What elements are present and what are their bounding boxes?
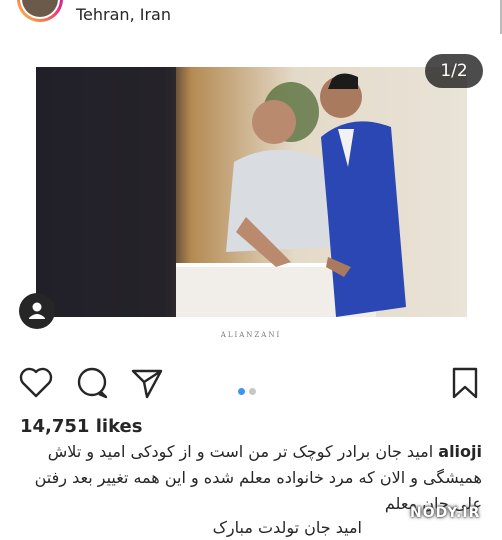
profile-avatar[interactable] bbox=[17, 0, 63, 22]
caption-text: امید جان برادر کوچک تر من است و از کودکی… bbox=[47, 442, 434, 461]
photo-watermark: ALIANZANI bbox=[220, 331, 282, 339]
post-photo[interactable] bbox=[36, 67, 467, 317]
site-watermark: NODY.IR bbox=[410, 505, 481, 521]
carousel-indicator bbox=[238, 380, 260, 399]
post-location[interactable]: Tehran, Iran bbox=[76, 5, 171, 24]
action-bar bbox=[0, 366, 502, 402]
avatar-border bbox=[20, 0, 60, 19]
bookmark-icon[interactable] bbox=[449, 366, 481, 404]
caption-line: alioji امید جان برادر کوچک تر من است و ا… bbox=[12, 442, 482, 461]
post-header: Tehran, Iran bbox=[0, 0, 502, 34]
send-icon[interactable] bbox=[129, 366, 165, 404]
carousel-dot-active bbox=[238, 388, 245, 395]
tagged-users-icon[interactable] bbox=[19, 293, 55, 329]
heart-icon[interactable] bbox=[18, 366, 54, 404]
caption-line: امید جان تولدت مبارک bbox=[212, 518, 362, 537]
caption-username[interactable]: alioji bbox=[438, 442, 482, 461]
carousel-dot bbox=[249, 388, 256, 395]
comment-icon[interactable] bbox=[75, 366, 111, 404]
likes-count[interactable]: 14,751 likes bbox=[20, 416, 142, 437]
caption-line: همیشگی و الان که مرد خانواده معلم شده و … bbox=[34, 468, 482, 487]
carousel-counter: 1/2 bbox=[425, 54, 483, 88]
photo-illustration bbox=[36, 67, 467, 317]
post-media[interactable]: 1/2 ALIANZANI bbox=[0, 34, 502, 354]
avatar-image bbox=[22, 0, 58, 17]
